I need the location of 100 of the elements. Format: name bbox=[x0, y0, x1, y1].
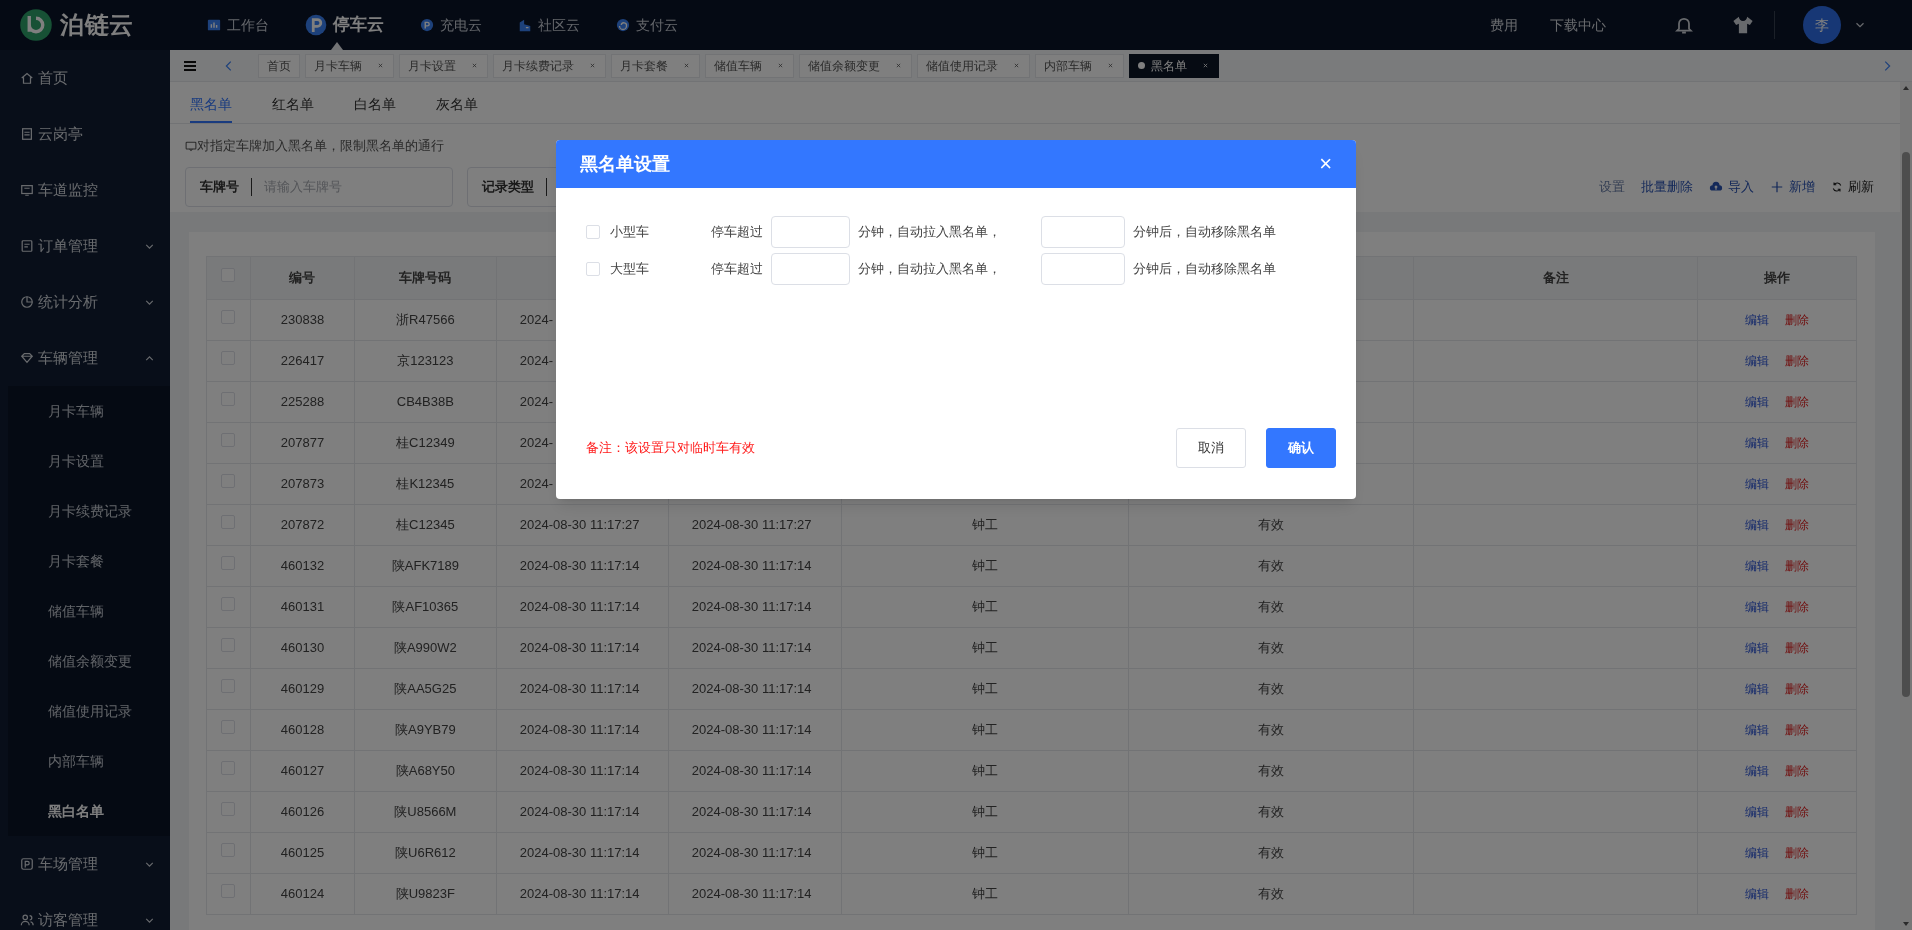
edit-link[interactable]: 编辑 bbox=[1745, 846, 1769, 861]
toolbar-button[interactable]: 导入 bbox=[1709, 177, 1754, 197]
scroll-down-icon[interactable] bbox=[1902, 920, 1910, 928]
edit-link[interactable]: 编辑 bbox=[1745, 313, 1769, 328]
sidebar-subitem[interactable]: 月卡套餐 bbox=[8, 536, 170, 586]
delete-link[interactable]: 删除 bbox=[1785, 477, 1809, 492]
close-icon[interactable] bbox=[776, 61, 785, 70]
cancel-button[interactable]: 取消 bbox=[1176, 428, 1246, 468]
parking-lot-icon bbox=[20, 857, 34, 871]
toolbar-button[interactable]: 新增 bbox=[1770, 177, 1815, 197]
close-icon[interactable] bbox=[470, 61, 479, 70]
checkbox[interactable] bbox=[586, 262, 600, 276]
toolbar-button[interactable]: 批量删除 bbox=[1641, 177, 1693, 197]
minutes-input[interactable] bbox=[771, 253, 850, 285]
edit-link[interactable]: 编辑 bbox=[1745, 600, 1769, 615]
nav-tab[interactable]: 工作台 bbox=[189, 0, 287, 50]
shirt-icon[interactable] bbox=[1732, 14, 1754, 36]
delete-link[interactable]: 删除 bbox=[1785, 600, 1809, 615]
delete-link[interactable]: 删除 bbox=[1785, 436, 1809, 451]
table-cell: 2024-08-30 11:17:14 bbox=[691, 763, 812, 779]
sidebar-item[interactable]: 车道监控 bbox=[0, 162, 170, 218]
sidebar-item[interactable]: 云岗亭 bbox=[0, 106, 170, 162]
close-icon[interactable] bbox=[1012, 61, 1021, 70]
minutes-input[interactable] bbox=[1041, 216, 1125, 248]
delete-link[interactable]: 删除 bbox=[1785, 559, 1809, 574]
page-tab[interactable]: 储值车辆 bbox=[705, 53, 794, 78]
nav-tab[interactable]: 社区云 bbox=[500, 0, 598, 50]
edit-link[interactable]: 编辑 bbox=[1745, 354, 1769, 369]
nav-tab[interactable]: 充电云 bbox=[402, 0, 500, 50]
edit-link[interactable]: 编辑 bbox=[1745, 559, 1769, 574]
confirm-button[interactable]: 确认 bbox=[1266, 428, 1336, 468]
page-tab[interactable]: 储值使用记录 bbox=[917, 53, 1030, 78]
checkbox[interactable] bbox=[586, 225, 600, 239]
edit-link[interactable]: 编辑 bbox=[1745, 477, 1769, 492]
delete-link[interactable]: 删除 bbox=[1785, 518, 1809, 533]
minutes-input[interactable] bbox=[771, 216, 850, 248]
sidebar-item[interactable]: 统计分析 bbox=[0, 274, 170, 330]
scrollbar-thumb[interactable] bbox=[1902, 152, 1910, 697]
page-tab[interactable]: 首页 bbox=[258, 53, 300, 78]
edit-link[interactable]: 编辑 bbox=[1745, 887, 1769, 902]
page-tab[interactable]: 储值余额变更 bbox=[799, 53, 912, 78]
page-tab[interactable]: 黑名单 bbox=[1129, 53, 1219, 78]
nav-tab[interactable]: 支付云 bbox=[598, 0, 696, 50]
table-cell: 陕AA5G25 bbox=[394, 681, 457, 697]
page-tab[interactable]: 月卡设置 bbox=[399, 53, 488, 78]
close-icon[interactable] bbox=[682, 61, 691, 70]
delete-link[interactable]: 删除 bbox=[1785, 313, 1809, 328]
delete-link[interactable]: 删除 bbox=[1785, 764, 1809, 779]
page-tab[interactable]: 月卡套餐 bbox=[611, 53, 700, 78]
close-icon[interactable] bbox=[376, 61, 385, 70]
header-link[interactable]: 下载中心 bbox=[1534, 14, 1622, 36]
sidebar-subitem[interactable]: 内部车辆 bbox=[8, 736, 170, 786]
list-tab[interactable]: 灰名单 bbox=[436, 87, 478, 123]
delete-link[interactable]: 删除 bbox=[1785, 723, 1809, 738]
header-link[interactable]: 费用 bbox=[1474, 14, 1534, 36]
sidebar-item[interactable]: 订单管理 bbox=[0, 218, 170, 274]
delete-link[interactable]: 删除 bbox=[1785, 846, 1809, 861]
sidebar-subitem[interactable]: 储值使用记录 bbox=[8, 686, 170, 736]
close-icon[interactable] bbox=[1106, 61, 1115, 70]
page-tab[interactable]: 月卡续费记录 bbox=[493, 53, 606, 78]
sidebar-item[interactable]: 车场管理 bbox=[0, 836, 170, 892]
close-icon[interactable] bbox=[588, 61, 597, 70]
delete-link[interactable]: 删除 bbox=[1785, 682, 1809, 697]
sidebar-item[interactable]: 首页 bbox=[0, 50, 170, 106]
delete-link[interactable]: 删除 bbox=[1785, 641, 1809, 656]
scroll-up-icon[interactable] bbox=[1902, 84, 1910, 92]
sidebar-subitem[interactable]: 储值车辆 bbox=[8, 586, 170, 636]
edit-link[interactable]: 编辑 bbox=[1745, 436, 1769, 451]
sidebar-subitem[interactable]: 月卡车辆 bbox=[8, 386, 170, 436]
delete-link[interactable]: 删除 bbox=[1785, 395, 1809, 410]
list-tab[interactable]: 黑名单 bbox=[190, 87, 232, 123]
edit-link[interactable]: 编辑 bbox=[1745, 682, 1769, 697]
edit-link[interactable]: 编辑 bbox=[1745, 518, 1769, 533]
sidebar-item[interactable]: 访客管理 bbox=[0, 892, 170, 930]
nav-tab[interactable]: 停车云 bbox=[287, 0, 402, 50]
sidebar-subitem[interactable]: 黑白名单 bbox=[8, 786, 170, 836]
sidebar-subitem[interactable]: 月卡设置 bbox=[8, 436, 170, 486]
delete-link[interactable]: 删除 bbox=[1785, 805, 1809, 820]
edit-link[interactable]: 编辑 bbox=[1745, 395, 1769, 410]
edit-link[interactable]: 编辑 bbox=[1745, 641, 1769, 656]
close-button[interactable]: × bbox=[1319, 153, 1332, 175]
close-icon[interactable] bbox=[1201, 61, 1210, 70]
list-tab[interactable]: 红名单 bbox=[272, 87, 314, 123]
edit-link[interactable]: 编辑 bbox=[1745, 723, 1769, 738]
close-icon[interactable] bbox=[894, 61, 903, 70]
minutes-input[interactable] bbox=[1041, 253, 1125, 285]
bell-icon[interactable] bbox=[1674, 15, 1694, 35]
page-tab[interactable]: 月卡车辆 bbox=[305, 53, 394, 78]
edit-link[interactable]: 编辑 bbox=[1745, 764, 1769, 779]
avatar[interactable]: 李 bbox=[1803, 6, 1841, 44]
toolbar-button[interactable]: 刷新 bbox=[1831, 177, 1874, 197]
sidebar-subitem[interactable]: 月卡续费记录 bbox=[8, 486, 170, 536]
delete-link[interactable]: 删除 bbox=[1785, 887, 1809, 902]
sidebar-item[interactable]: 车辆管理 bbox=[0, 330, 170, 386]
delete-link[interactable]: 删除 bbox=[1785, 354, 1809, 369]
edit-link[interactable]: 编辑 bbox=[1745, 805, 1769, 820]
toolbar-button[interactable]: 设置 bbox=[1599, 177, 1625, 197]
list-tab[interactable]: 白名单 bbox=[354, 87, 396, 123]
sidebar-subitem[interactable]: 储值余额变更 bbox=[8, 636, 170, 686]
page-tab[interactable]: 内部车辆 bbox=[1035, 53, 1124, 78]
